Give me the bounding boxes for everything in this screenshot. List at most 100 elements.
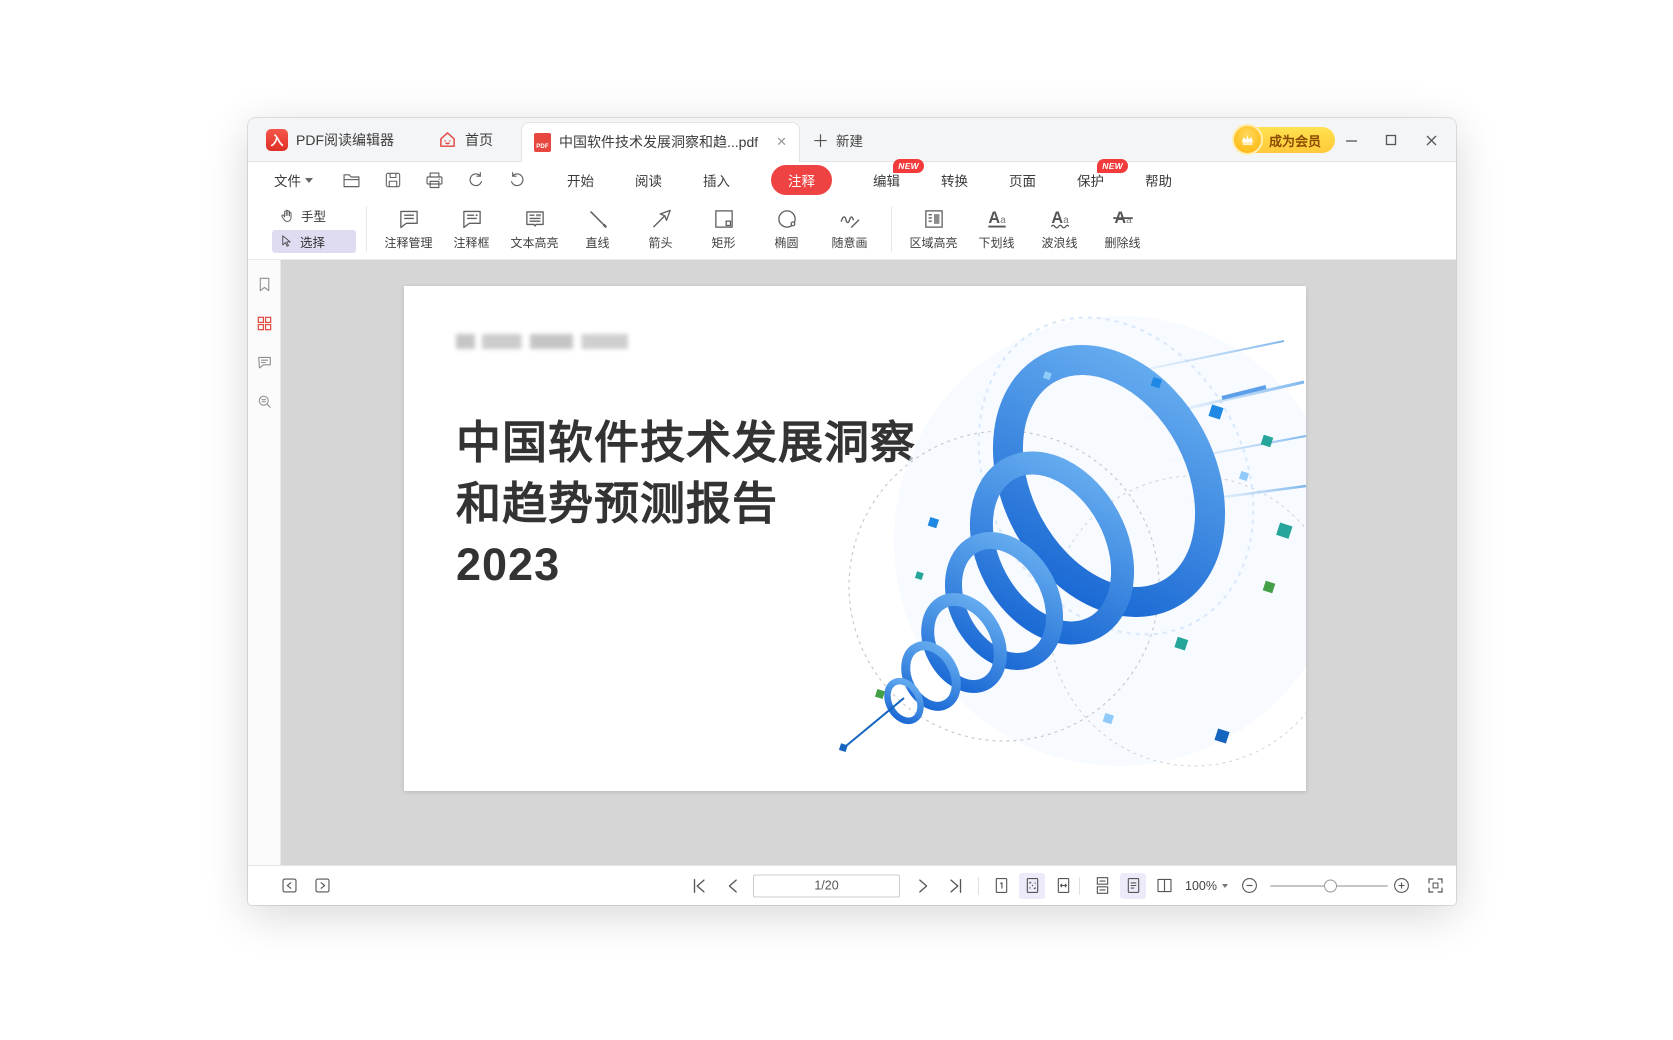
member-button[interactable]: 成为会员 <box>1237 127 1335 153</box>
underline-icon: Aa <box>984 206 1010 232</box>
select-tool[interactable]: 选择 <box>272 230 356 253</box>
menu-item-pages[interactable]: 页面 <box>1009 170 1036 190</box>
tool-squiggly-line[interactable]: Aa 波浪线 <box>1028 206 1091 251</box>
cursor-icon <box>279 234 294 249</box>
hand-icon <box>279 208 295 224</box>
hand-tool[interactable]: 手型 <box>272 204 356 227</box>
pdf-file-icon: PDF <box>534 133 551 152</box>
maximize-icon[interactable] <box>1378 127 1404 153</box>
two-page-view-icon[interactable] <box>1151 873 1177 899</box>
select-tool-label: 选择 <box>300 232 325 251</box>
first-page-icon[interactable] <box>686 873 712 899</box>
file-menu[interactable]: 文件 <box>274 170 313 190</box>
redo-icon[interactable] <box>507 170 527 190</box>
tab-document[interactable]: PDF 中国软件技术发展洞察和趋...pdf ✕ <box>521 122 800 162</box>
zoom-slider-handle[interactable] <box>1324 879 1337 892</box>
fit-width-icon[interactable] <box>1050 873 1076 899</box>
tool-comment-manage[interactable]: 注释管理 <box>377 206 440 251</box>
status-bar: 100% <box>248 865 1456 905</box>
close-icon[interactable] <box>1418 127 1444 153</box>
tab-home[interactable]: 首页 <box>424 118 507 161</box>
menu-items: 开始 阅读 插入 注释 编辑 NEW 转换 页面 保护 NEW 帮助 <box>567 165 1172 195</box>
tool-text-highlight[interactable]: 文本高亮 <box>503 206 566 251</box>
menu-item-start[interactable]: 开始 <box>567 170 594 190</box>
menu-item-help[interactable]: 帮助 <box>1145 170 1172 190</box>
menu-bar: 文件 开始 阅读 插入 注释 编辑 <box>248 162 1456 198</box>
undo-icon[interactable] <box>466 170 486 190</box>
fit-page-icon[interactable] <box>1019 873 1045 899</box>
statusbar-divider <box>978 877 979 895</box>
search-icon[interactable] <box>256 393 273 410</box>
single-page-view-icon[interactable] <box>1120 873 1146 899</box>
app-logo-tab[interactable]: 入 PDF阅读编辑器 <box>252 118 408 161</box>
document-viewport[interactable]: 中国软件技术发展洞察 和趋势预测报告 2023 <box>281 260 1456 865</box>
bookmark-icon[interactable] <box>256 276 273 293</box>
pointer-mode-group: 手型 选择 <box>272 204 356 253</box>
menu-item-annotate[interactable]: 注释 <box>771 165 832 195</box>
zoom-slider[interactable] <box>1270 885 1388 887</box>
zoom-in-icon[interactable] <box>1388 873 1414 899</box>
prev-view-icon[interactable] <box>276 873 302 899</box>
minimize-icon[interactable] <box>1338 127 1364 153</box>
next-view-icon[interactable] <box>309 873 335 899</box>
comment-box-icon <box>459 206 485 232</box>
tool-strikethrough[interactable]: Aa 删除线 <box>1091 206 1154 251</box>
zoom-level-select[interactable]: 100% <box>1185 879 1228 893</box>
new-tab-button[interactable]: ＋ 新建 <box>812 127 863 152</box>
menu-item-insert[interactable]: 插入 <box>703 170 730 190</box>
new-tab-label: 新建 <box>836 130 863 150</box>
svg-text:A: A <box>988 209 1000 227</box>
toolbar-divider <box>891 206 892 252</box>
menu-item-protect[interactable]: 保护 NEW <box>1077 170 1104 190</box>
prev-page-icon[interactable] <box>720 873 746 899</box>
open-file-icon[interactable] <box>341 170 362 191</box>
tool-arrow[interactable]: 箭头 <box>629 206 692 251</box>
actual-size-icon[interactable] <box>988 873 1014 899</box>
toolbar-divider <box>366 206 367 252</box>
zoom-out-icon[interactable] <box>1236 873 1262 899</box>
svg-text:a: a <box>1126 215 1132 226</box>
zoom-level-value: 100% <box>1185 879 1217 893</box>
quick-actions <box>341 170 527 191</box>
tool-line[interactable]: 直线 <box>566 206 629 251</box>
continuous-view-icon[interactable] <box>1089 873 1115 899</box>
hand-tool-label: 手型 <box>301 206 326 225</box>
save-icon[interactable] <box>383 170 403 190</box>
line-icon <box>585 206 611 232</box>
next-page-icon[interactable] <box>910 873 936 899</box>
tool-ellipse[interactable]: 椭圆 <box>755 206 818 251</box>
tool-underline[interactable]: Aa 下划线 <box>965 206 1028 251</box>
tool-freehand[interactable]: 随意画 <box>818 206 881 251</box>
last-page-icon[interactable] <box>943 873 969 899</box>
home-tab-label: 首页 <box>465 130 493 150</box>
comment-panel-icon[interactable] <box>256 354 273 371</box>
pdf-page[interactable]: 中国软件技术发展洞察 和趋势预测报告 2023 <box>404 286 1306 791</box>
caret-down-icon <box>1222 884 1228 888</box>
thumbnail-grid-icon[interactable] <box>256 315 273 332</box>
tab-bar: 入 PDF阅读编辑器 首页 PDF 中国软件技术发展洞察和趋...pdf ✕ ＋… <box>248 118 1456 162</box>
print-icon[interactable] <box>424 170 445 191</box>
content-area: 中国软件技术发展洞察 和趋势预测报告 2023 <box>248 260 1456 865</box>
tool-rectangle[interactable]: 矩形 <box>692 206 755 251</box>
close-tab-icon[interactable]: ✕ <box>776 134 787 150</box>
home-icon <box>438 130 457 149</box>
left-sidebar <box>248 260 281 865</box>
plus-icon: ＋ <box>812 127 829 152</box>
tool-area-highlight[interactable]: 区域高亮 <box>902 206 965 251</box>
page-number-input[interactable] <box>753 874 900 897</box>
app-title: PDF阅读编辑器 <box>296 130 394 150</box>
rectangle-icon <box>711 206 737 232</box>
arrow-icon <box>648 206 674 232</box>
member-button-label: 成为会员 <box>1269 131 1321 150</box>
statusbar-divider <box>1079 877 1080 895</box>
menu-item-read[interactable]: 阅读 <box>635 170 662 190</box>
svg-text:a: a <box>1000 215 1006 226</box>
strikethrough-icon: Aa <box>1110 206 1136 232</box>
comment-manage-icon <box>396 206 422 232</box>
menu-item-edit[interactable]: 编辑 NEW <box>873 170 900 190</box>
spiral-cone-graphic <box>404 286 1306 791</box>
freehand-icon <box>837 206 863 232</box>
fullscreen-icon[interactable] <box>1422 873 1448 899</box>
tool-comment-box[interactable]: 注释框 <box>440 206 503 251</box>
menu-item-convert[interactable]: 转换 <box>941 170 968 190</box>
